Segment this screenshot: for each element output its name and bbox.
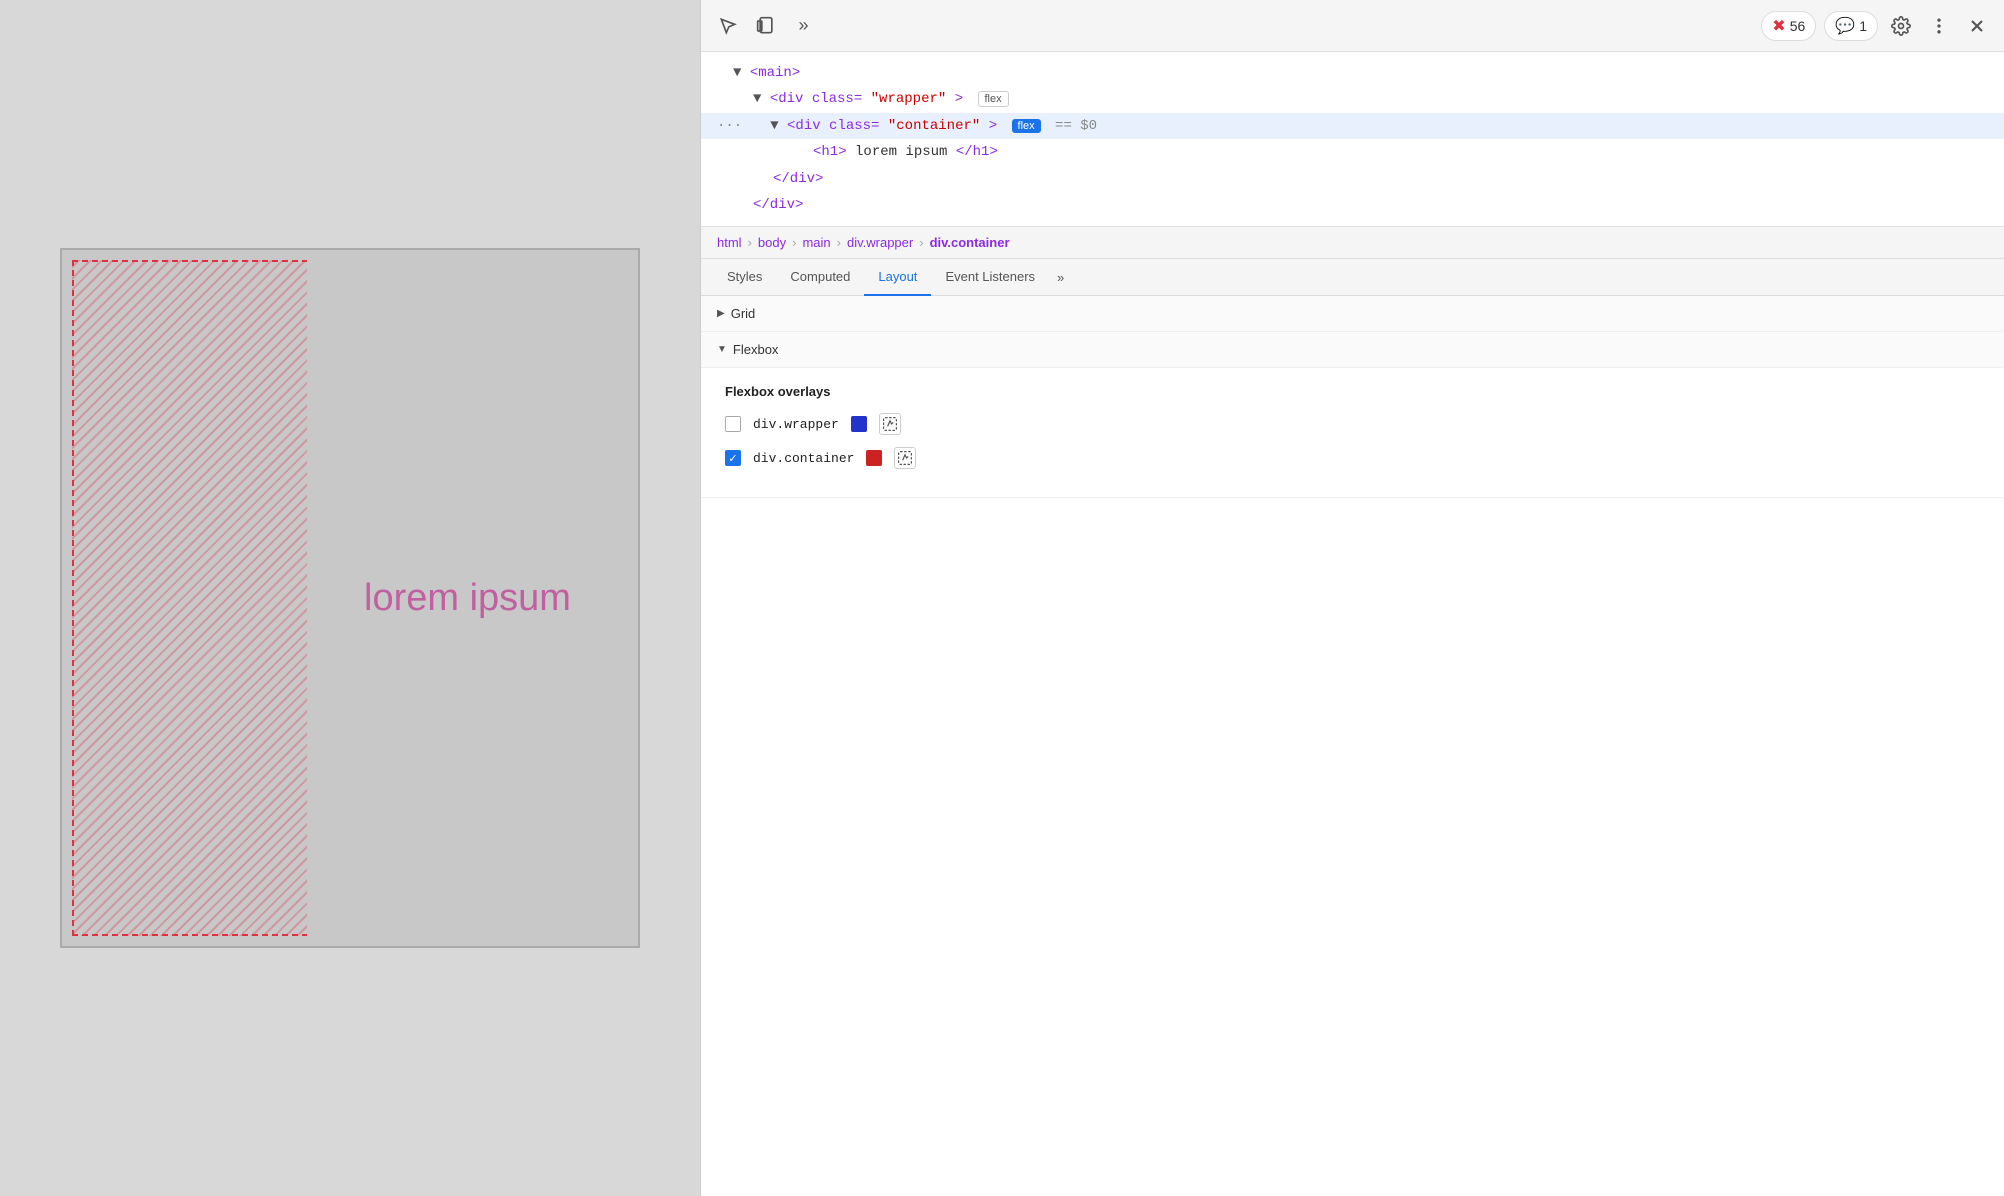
message-count: 1 [1859,18,1867,34]
tree-line-close-container[interactable]: </div> [701,166,2004,192]
tab-computed[interactable]: Computed [776,259,864,296]
device-toggle-button[interactable] [751,11,781,41]
breadcrumb-html[interactable]: html [713,233,746,252]
flexbox-section-label: Flexbox [733,342,779,357]
breadcrumb-bar: html › body › main › div.wrapper › div.c… [701,227,2004,259]
tab-event-listeners[interactable]: Event Listeners [931,259,1049,296]
error-count: 56 [1790,18,1806,34]
tab-more[interactable]: » [1049,260,1072,295]
preview-panel: lorem ipsum [0,0,700,1196]
wrapper-highlight-button[interactable] [879,413,901,435]
wrapper-checkbox[interactable] [725,416,741,432]
container-label: div.container [753,451,854,466]
grid-chevron-icon: ▶ [717,308,725,319]
tree-line-h1[interactable]: <h1> lorem ipsum </h1> [701,139,2004,165]
kebab-menu-button[interactable] [1924,11,1954,41]
hatch-area [72,260,307,936]
devtools-panel: » ✖ 56 💬 1 [700,0,2004,1196]
breadcrumb-container[interactable]: div.container [926,233,1014,252]
tree-tag: ▼ <div class= "wrapper" > flex [753,88,1009,110]
lorem-text: lorem ipsum [364,577,571,620]
preview-frame: lorem ipsum [60,248,640,948]
flexbox-section-header[interactable]: ▼ Flexbox [701,332,2004,368]
tabs-bar: Styles Computed Layout Event Listeners » [701,259,2004,296]
tree-tag: </div> [773,168,823,190]
lorem-area: lorem ipsum [307,260,628,936]
inspect-button[interactable] [713,11,743,41]
wrapper-color-swatch[interactable] [851,416,867,432]
error-icon: ✖ [1772,16,1785,36]
tab-layout[interactable]: Layout [864,259,931,296]
devtools-toolbar: » ✖ 56 💬 1 [701,0,2004,52]
breadcrumb-body[interactable]: body [754,233,790,252]
tree-dots: ··· [717,115,742,137]
tree-tag: ▼ <main> [733,62,800,84]
close-devtools-button[interactable] [1962,11,1992,41]
overlay-row-wrapper: div.wrapper [725,413,1980,435]
container-color-swatch[interactable] [866,450,882,466]
breadcrumb-main[interactable]: main [798,233,834,252]
overlay-row-container: div.container [725,447,1980,469]
more-tools-button[interactable]: » [789,11,819,41]
grid-section-label: Grid [731,306,756,321]
message-icon: 💬 [1835,16,1855,36]
settings-button[interactable] [1886,11,1916,41]
layout-content: ▶ Grid ▼ Flexbox Flexbox overlays div.wr… [701,296,2004,1196]
flexbox-section-body: Flexbox overlays div.wrapper div.contain… [701,368,2004,498]
dollar-ref: == $0 [1055,118,1097,134]
tree-tag: </div> [753,194,803,216]
flex-badge-container[interactable]: flex [1012,119,1041,133]
container-highlight-button[interactable] [894,447,916,469]
tree-line-container[interactable]: ··· ▼ <div class= "container" > flex == … [701,113,2004,139]
grid-section-header[interactable]: ▶ Grid [701,296,2004,332]
container-checkbox[interactable] [725,450,741,466]
flex-badge-wrapper[interactable]: flex [978,91,1009,107]
tree-tag: <h1> lorem ipsum </h1> [813,141,998,163]
tree-line-main[interactable]: ▼ <main> [701,60,2004,86]
tree-tag-container: ▼ <div class= "container" > flex == $0 [770,115,1097,137]
message-badge[interactable]: 💬 1 [1824,11,1878,41]
tab-styles[interactable]: Styles [713,259,776,296]
wrapper-label: div.wrapper [753,417,839,432]
tree-line-wrapper[interactable]: ▼ <div class= "wrapper" > flex [701,86,2004,112]
overlays-title: Flexbox overlays [725,384,1980,399]
html-tree: ▼ <main> ▼ <div class= "wrapper" > flex … [701,52,2004,227]
error-badge[interactable]: ✖ 56 [1761,11,1816,41]
breadcrumb-wrapper[interactable]: div.wrapper [843,233,917,252]
tree-line-close-wrapper[interactable]: </div> [701,192,2004,218]
flexbox-chevron-icon: ▼ [717,344,727,355]
